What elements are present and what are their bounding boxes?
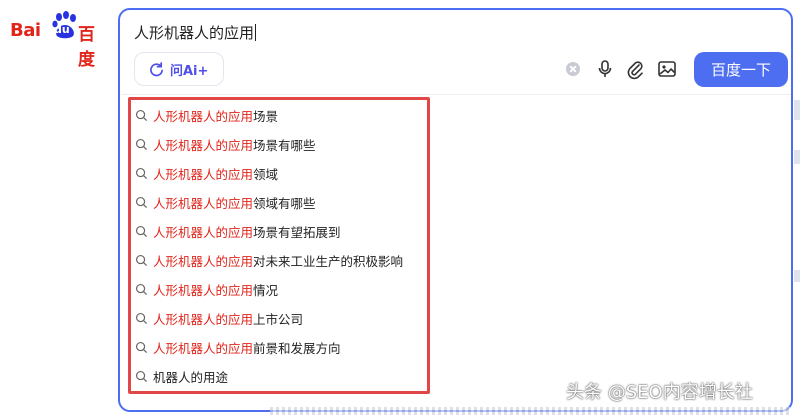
clear-icon[interactable] xyxy=(566,62,580,76)
logo-bai-text: Bai xyxy=(10,20,41,41)
suggestion-rest: 上市公司 xyxy=(253,311,304,327)
search-icon xyxy=(135,370,148,382)
suggestion-rest: 领域有哪些 xyxy=(253,195,316,211)
suggestion-rest: 情况 xyxy=(253,282,279,298)
search-input[interactable]: 人形机器人的应用 xyxy=(134,22,257,43)
suggestion-item[interactable]: 人形机器人的应用 上市公司 xyxy=(135,307,303,329)
text-caret xyxy=(255,24,257,41)
suggestion-rest: 机器人的用途 xyxy=(153,369,229,385)
suggestion-item[interactable]: 人形机器人的应用 领域有哪些 xyxy=(135,191,316,213)
search-icon xyxy=(135,196,148,208)
search-icon xyxy=(135,167,148,179)
suggestion-item[interactable]: 人形机器人的应用 对未来工业生产的积极影响 xyxy=(135,249,403,271)
logo-du-text: du xyxy=(54,23,70,36)
suggestion-item[interactable]: 机器人的用途 xyxy=(135,365,228,387)
ai-assistant-label: 问Ai+ xyxy=(170,63,209,79)
suggestion-item[interactable]: 人形机器人的应用 情况 xyxy=(135,278,278,300)
suggestion-list: 人形机器人的应用 场景 人形机器人的应用 场景有哪些 人形机器人的应用 领域 人形机器… xyxy=(128,97,430,394)
image-icon[interactable] xyxy=(656,58,678,80)
microphone-icon[interactable] xyxy=(594,58,616,80)
search-icon xyxy=(135,254,148,266)
search-icon xyxy=(135,109,148,121)
page-edge-fragment xyxy=(794,150,800,164)
search-icon xyxy=(135,341,148,353)
suggestion-rest: 对未来工业生产的积极影响 xyxy=(253,253,404,269)
background-text-strip xyxy=(270,407,790,415)
ai-assistant-button[interactable]: 问Ai+ xyxy=(134,52,224,86)
search-icon xyxy=(135,283,148,295)
suggestion-rest: 场景 xyxy=(253,108,279,124)
search-box-divider xyxy=(122,94,791,95)
suggestion-rest: 前景和发展方向 xyxy=(253,340,341,356)
suggestion-rest: 领域 xyxy=(253,166,279,182)
suggestion-match: 人形机器人的应用 xyxy=(153,137,254,153)
suggestion-match: 人形机器人的应用 xyxy=(153,224,254,240)
search-query-text: 人形机器人的应用 xyxy=(134,24,255,42)
suggestion-match: 人形机器人的应用 xyxy=(153,195,254,211)
suggestion-match: 人形机器人的应用 xyxy=(153,311,254,327)
watermark: 头条 @SEO内容增长社 xyxy=(566,382,753,403)
suggestion-rest: 场景有哪些 xyxy=(253,137,316,153)
suggestion-match: 人形机器人的应用 xyxy=(153,282,254,298)
paperclip-icon[interactable] xyxy=(624,58,646,80)
page-edge-fragment xyxy=(794,270,800,282)
logo-cn-text: 百度 xyxy=(78,25,95,70)
search-icon xyxy=(135,225,148,237)
baidu-logo[interactable]: Bai du 百度 xyxy=(10,10,106,70)
suggestion-item[interactable]: 人形机器人的应用 场景有望拓展到 xyxy=(135,220,341,242)
suggestion-match: 人形机器人的应用 xyxy=(153,253,254,269)
suggestion-match: 人形机器人的应用 xyxy=(153,340,254,356)
suggestion-item[interactable]: 人形机器人的应用 场景有哪些 xyxy=(135,133,316,155)
ai-refresh-icon xyxy=(150,61,163,76)
suggestion-match: 人形机器人的应用 xyxy=(153,108,254,124)
search-icon xyxy=(135,138,148,150)
suggestion-match: 人形机器人的应用 xyxy=(153,166,254,182)
search-submit-button[interactable]: 百度一下 xyxy=(694,52,788,87)
page-edge-fragment xyxy=(794,100,800,120)
suggestion-item[interactable]: 人形机器人的应用 领域 xyxy=(135,162,278,184)
suggestion-rest: 场景有望拓展到 xyxy=(253,224,341,240)
suggestion-item[interactable]: 人形机器人的应用 前景和发展方向 xyxy=(135,336,341,358)
suggestion-item[interactable]: 人形机器人的应用 场景 xyxy=(135,104,278,126)
search-icon xyxy=(135,312,148,324)
